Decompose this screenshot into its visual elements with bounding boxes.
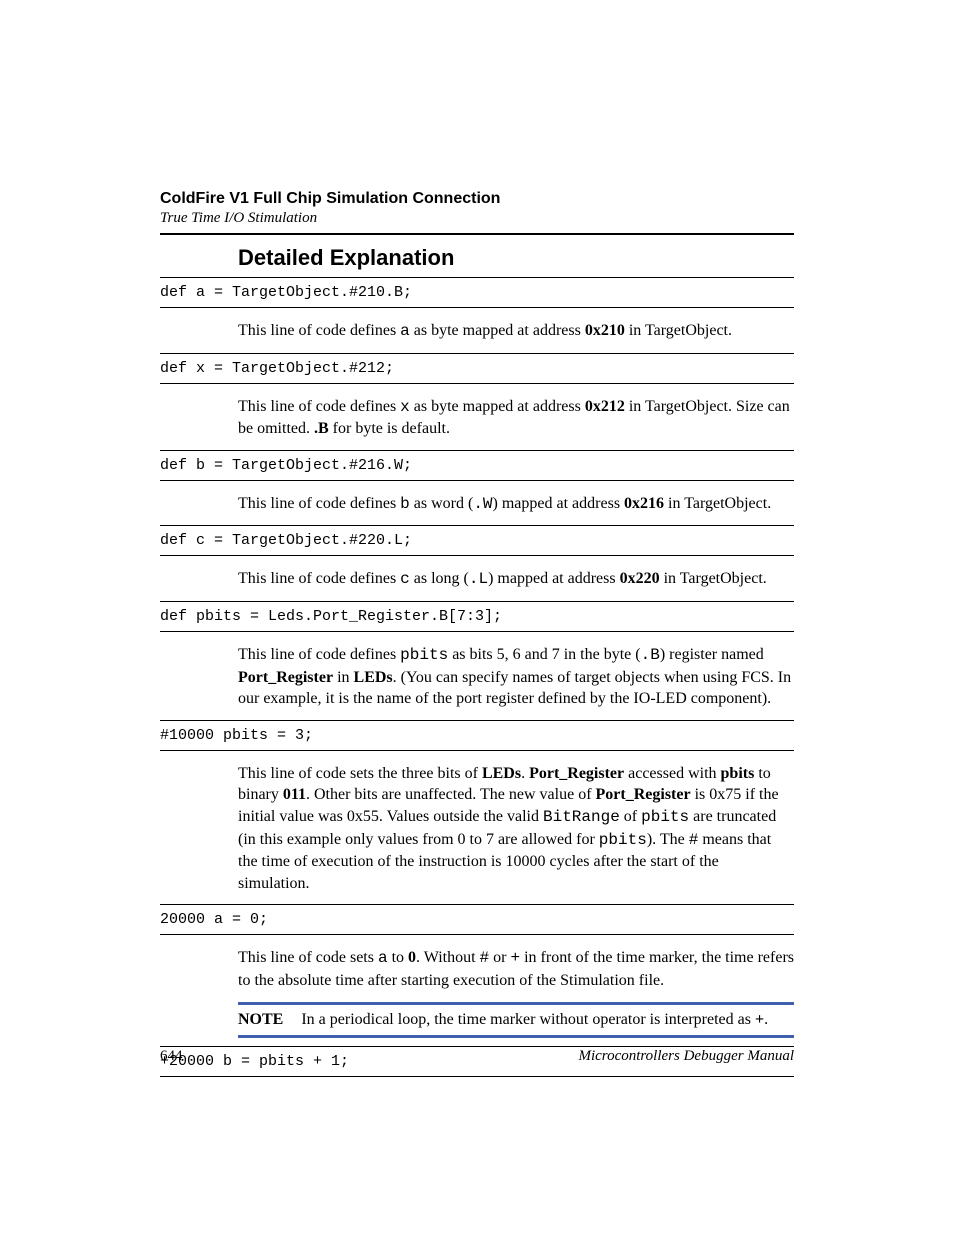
page: ColdFire V1 Full Chip Simulation Connect…: [0, 0, 954, 1235]
code-block: def x = TargetObject.#212;: [160, 353, 794, 384]
explanation-text: This line of code defines x as byte mapp…: [238, 396, 794, 440]
note-text: In a periodical loop, the time marker wi…: [301, 1011, 768, 1029]
page-number: 644: [160, 1048, 183, 1065]
page-footer: 644 Microcontrollers Debugger Manual: [160, 1048, 794, 1065]
explanation-text: This line of code sets the three bits of…: [238, 763, 794, 895]
explanation-text: This line of code defines c as long (.L)…: [238, 568, 794, 591]
code-block: #10000 pbits = 3;: [160, 720, 794, 751]
content-blocks: def a = TargetObject.#210.B; This line of…: [160, 277, 794, 992]
code-block: def c = TargetObject.#220.L;: [160, 525, 794, 556]
explanation-text: This line of code sets a to 0. Without #…: [238, 947, 794, 991]
code-block: 20000 a = 0;: [160, 904, 794, 935]
section-heading: Detailed Explanation: [238, 245, 794, 271]
chapter-title: ColdFire V1 Full Chip Simulation Connect…: [160, 190, 794, 208]
code-block: def b = TargetObject.#216.W;: [160, 450, 794, 481]
explanation-text: This line of code defines b as word (.W)…: [238, 493, 794, 516]
explanation-text: This line of code defines pbits as bits …: [238, 644, 794, 710]
running-header: ColdFire V1 Full Chip Simulation Connect…: [160, 190, 794, 235]
section-subtitle: True Time I/O Stimulation: [160, 210, 794, 227]
code-block: def a = TargetObject.#210.B;: [160, 277, 794, 308]
note-box: NOTE In a periodical loop, the time mark…: [238, 1002, 794, 1038]
code-block: def pbits = Leds.Port_Register.B[7:3];: [160, 601, 794, 632]
note-bottom-bar: [238, 1035, 794, 1038]
note-label: NOTE: [238, 1011, 283, 1029]
manual-title: Microcontrollers Debugger Manual: [578, 1048, 794, 1065]
header-rule: [160, 233, 794, 235]
explanation-text: This line of code defines a as byte mapp…: [238, 320, 794, 343]
